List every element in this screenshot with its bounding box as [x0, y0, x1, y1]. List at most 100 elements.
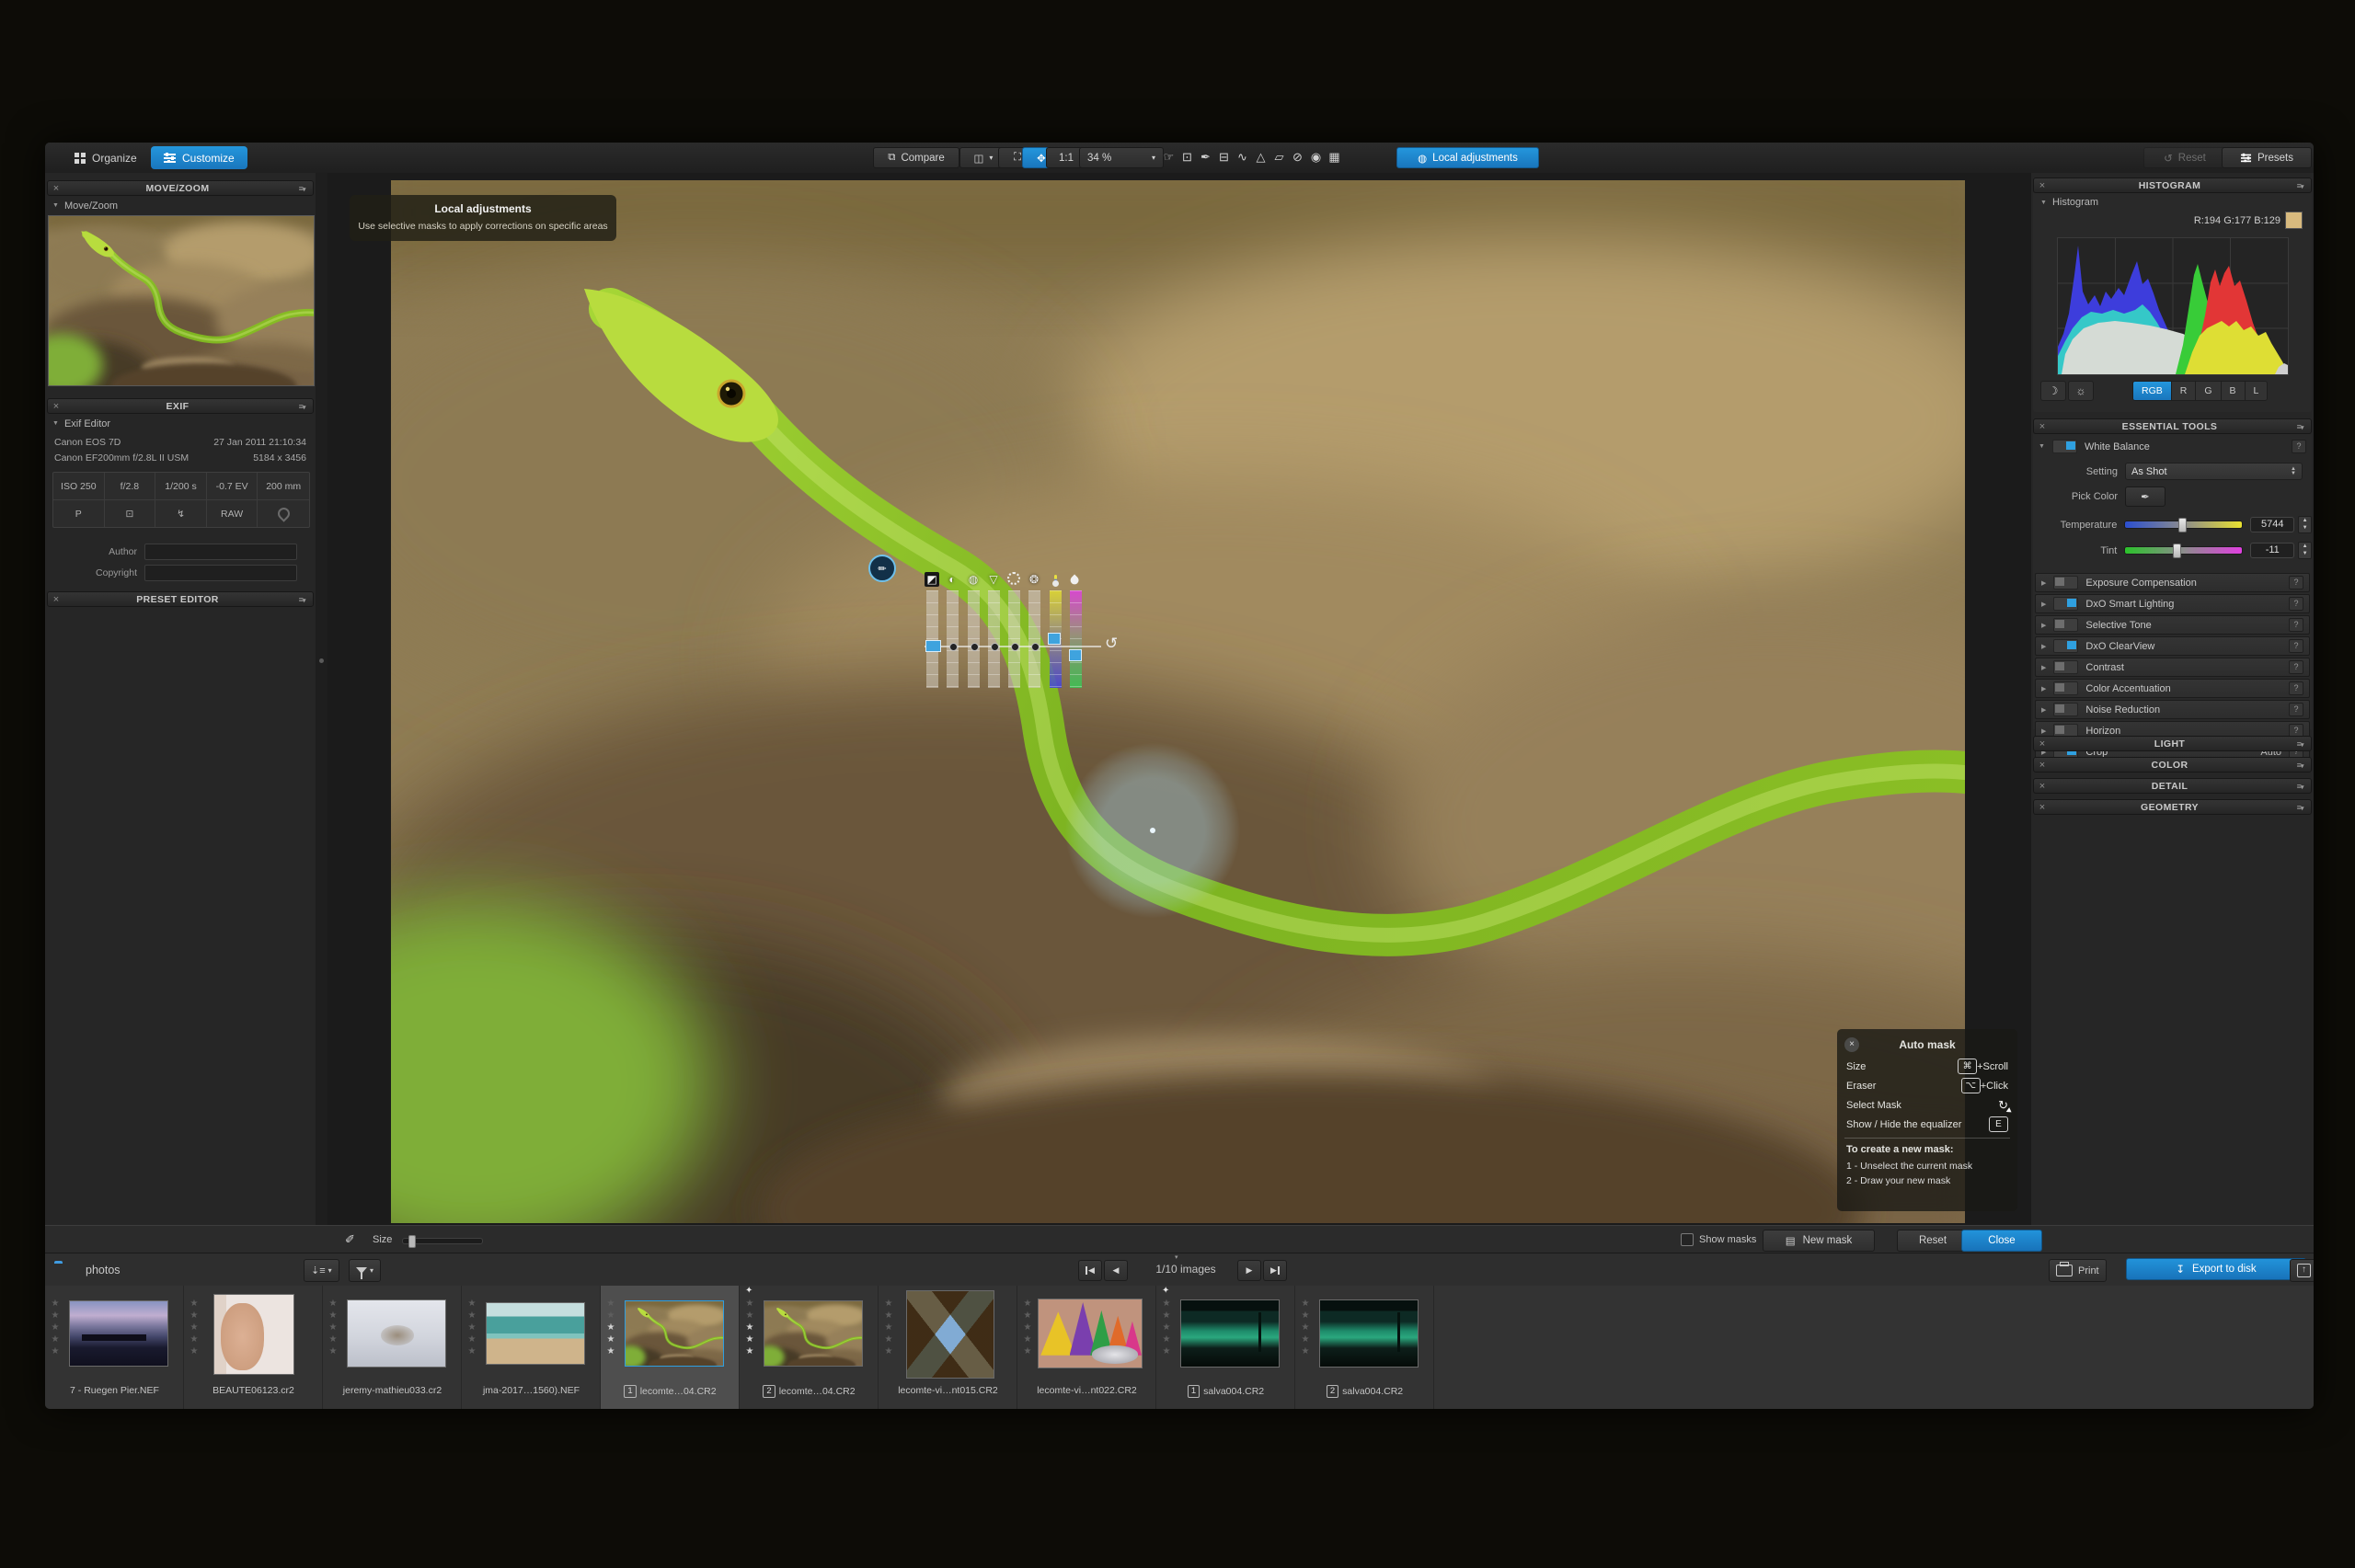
filmstrip-collapse-caret[interactable]: ▾ [1175, 1253, 1178, 1261]
help-icon[interactable]: ? [2289, 703, 2303, 716]
close-icon[interactable]: × [2034, 180, 2051, 191]
sort-button[interactable]: ⇣≡ ▾ [304, 1259, 339, 1282]
panel-menu-icon[interactable]: ≡▾ [2289, 181, 2311, 190]
polygon-tool-icon[interactable]: △ [1252, 150, 1269, 165]
vibrancy-eq-handle[interactable] [991, 643, 999, 651]
sidebar-divider[interactable] [316, 173, 327, 1225]
close-icon[interactable]: × [48, 183, 64, 194]
shadow-clipping-button[interactable]: ☽ [2040, 381, 2066, 401]
close-icon[interactable]: × [2034, 421, 2051, 432]
next-image-button[interactable]: ▶ [1237, 1260, 1261, 1281]
close-icon[interactable]: × [48, 594, 64, 605]
tint-slider[interactable] [2124, 546, 2243, 555]
geometry-panel-header[interactable]: × GEOMETRY ≡▾ [2033, 799, 2312, 815]
move-zoom-thumbnail[interactable] [48, 215, 315, 386]
star-rating[interactable]: ★★★★★ [466, 1298, 477, 1357]
highlight-clipping-button[interactable]: ☼ [2068, 381, 2094, 401]
thumbnail-wolf[interactable] [347, 1299, 446, 1368]
compare-button[interactable]: ⧉ Compare [873, 147, 959, 168]
new-mask-button[interactable]: ▤ New mask [1763, 1230, 1875, 1252]
preset-editor-panel-header[interactable]: × PRESET EDITOR ≡▾ [47, 591, 314, 607]
panel-menu-icon[interactable]: ≡▾ [2289, 761, 2311, 770]
panel-menu-icon[interactable]: ≡▾ [291, 402, 313, 411]
star-rating[interactable]: ★★★★★ [189, 1298, 200, 1357]
pick-whitebalance-tool-icon[interactable]: ✒ [1197, 150, 1214, 165]
filter-button[interactable]: ▾ [349, 1259, 381, 1282]
thumbnail-pier[interactable] [69, 1300, 168, 1367]
folder-name[interactable]: photos [86, 1264, 121, 1276]
exposure-eq-column[interactable] [926, 590, 938, 688]
lasso-tool-icon[interactable]: ▱ [1270, 150, 1288, 165]
tool-row-noise-reduction[interactable]: ▶ Noise Reduction ? [2035, 700, 2310, 719]
help-icon[interactable]: ? [2292, 440, 2306, 453]
temperature-stepper[interactable]: ▲▼ [2298, 516, 2312, 533]
microcontrast-eq-handle[interactable] [971, 643, 979, 651]
tool-row-dxo-clearview[interactable]: ▶ DxO ClearView ? [2035, 636, 2310, 656]
redeye-tool-icon[interactable]: ◉ [1307, 150, 1325, 165]
temperature-eq-handle[interactable] [1048, 633, 1061, 645]
export-to-disk-button[interactable]: ↧ Export to disk [2126, 1258, 2306, 1280]
panel-menu-icon[interactable]: ≡▾ [2289, 739, 2311, 749]
sharpness-eq-icon[interactable]: ❂ [1027, 572, 1041, 587]
thumbnail-snake[interactable] [764, 1300, 863, 1367]
contrast-eq-handle[interactable] [949, 643, 958, 651]
vibrancy-eq-icon[interactable]: ▽ [986, 572, 1001, 587]
channel-l[interactable]: L [2246, 382, 2268, 400]
histogram-section-row[interactable]: ▼ Histogram [2033, 195, 2314, 210]
clone-tool-icon[interactable]: ⊘ [1289, 150, 1306, 165]
tint-stepper[interactable]: ▲▼ [2298, 542, 2312, 559]
white-balance-toggle[interactable] [2052, 440, 2077, 453]
tab-organize[interactable]: Organize [62, 146, 150, 169]
channel-g[interactable]: G [2196, 382, 2221, 400]
tint-eq-column[interactable] [1070, 590, 1082, 688]
show-masks-label[interactable]: Show masks [1699, 1234, 1756, 1245]
microcontrast-eq-icon[interactable]: ◍ [966, 572, 981, 587]
pan-tool-icon[interactable]: ☞ [1160, 150, 1178, 165]
channel-rgb[interactable]: RGB [2133, 382, 2172, 400]
share-button[interactable]: ↑ [2290, 1259, 2314, 1282]
tint-eq-handle[interactable] [1069, 649, 1082, 661]
exposure-eq-icon[interactable]: ◩ [925, 572, 939, 587]
move-zoom-panel-header[interactable]: × MOVE/ZOOM ≡▾ [47, 180, 314, 196]
star-rating[interactable]: ★★★★★ [1300, 1298, 1311, 1357]
setting-dropdown[interactable]: As Shot ▲▼ [2125, 463, 2303, 480]
filmstrip-item[interactable]: ★★★★★ lecomte-vi…nt022.CR2 [1017, 1286, 1156, 1409]
tab-customize[interactable]: Customize [151, 146, 247, 169]
close-icon[interactable]: × [2034, 781, 2051, 792]
close-icon[interactable]: × [48, 401, 64, 412]
help-icon[interactable]: ? [2289, 681, 2303, 695]
tint-slider-knob[interactable] [2173, 544, 2181, 558]
essential-tools-panel-header[interactable]: × ESSENTIAL TOOLS ≡▾ [2033, 418, 2312, 434]
temperature-slider[interactable] [2124, 521, 2243, 529]
close-icon[interactable]: × [1844, 1037, 1859, 1052]
blur-eq-icon[interactable] [1006, 572, 1021, 587]
star-rating[interactable]: ★★★★★ [327, 1298, 339, 1357]
spot-removal-tool-icon[interactable]: ∿ [1234, 150, 1251, 165]
tint-value[interactable]: -11 [2250, 543, 2294, 558]
exif-panel-header[interactable]: × EXIF ≡▾ [47, 398, 314, 414]
reset-button[interactable]: ↺ Reset [2143, 147, 2226, 168]
brush-size-slider[interactable] [402, 1238, 483, 1244]
thumbnail-color-cones[interactable] [1038, 1299, 1143, 1368]
filmstrip-item[interactable]: ✦ ★★★★★ 1 salva004.CR2 [1156, 1286, 1295, 1409]
filmstrip-item[interactable]: ★★★★★ jma-2017…1560).NEF [462, 1286, 601, 1409]
help-icon[interactable]: ? [2289, 618, 2303, 632]
blur-eq-column[interactable] [1008, 590, 1020, 688]
help-icon[interactable]: ? [2289, 639, 2303, 653]
print-button[interactable]: Print [2049, 1259, 2107, 1282]
sharpness-eq-handle[interactable] [1031, 643, 1040, 651]
vibrancy-eq-column[interactable] [988, 590, 1000, 688]
selective-tone-toggle[interactable] [2053, 618, 2078, 632]
filmstrip-item[interactable]: ★★★★★ 7 - Ruegen Pier.NEF [45, 1286, 184, 1409]
thumbnail-aurora[interactable] [1319, 1299, 1419, 1368]
tint-eq-icon[interactable] [1068, 572, 1083, 587]
tool-row-selective-tone[interactable]: ▶ Selective Tone ? [2035, 615, 2310, 635]
brush-size-knob[interactable] [408, 1235, 416, 1248]
filmstrip-item[interactable]: ★★★★★ BEAUTE06123.cr2 [184, 1286, 323, 1409]
filmstrip-item-selected[interactable]: ★★★★★ 1 lecomte…04.CR2 [601, 1286, 740, 1409]
help-icon[interactable]: ? [2289, 576, 2303, 589]
contrast-eq-icon[interactable]: ◐ [945, 572, 959, 587]
color-accentuation-toggle[interactable] [2053, 681, 2078, 695]
temperature-value[interactable]: 5744 [2250, 517, 2294, 532]
filmstrip-item[interactable]: ★★★★★ 2 salva004.CR2 [1295, 1286, 1434, 1409]
